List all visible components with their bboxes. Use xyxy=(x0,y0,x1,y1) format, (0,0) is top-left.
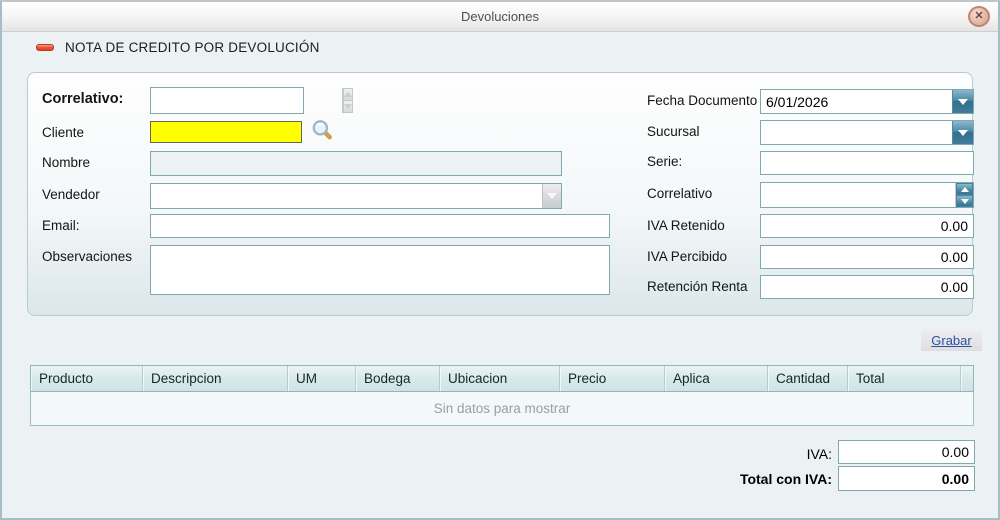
sucursal-dropdown[interactable] xyxy=(760,120,974,145)
chevron-down-icon xyxy=(960,198,969,204)
retencion-renta-input[interactable] xyxy=(760,275,974,299)
section-header: NOTA DE CREDITO POR DEVOLUCIÓN xyxy=(36,40,320,55)
window-title: Devoluciones xyxy=(460,9,540,24)
vendedor-dropdown-button[interactable] xyxy=(542,184,561,208)
devoluciones-window: Devoluciones ✕ NOTA DE CREDITO POR DEVOL… xyxy=(0,0,1000,520)
page-title: NOTA DE CREDITO POR DEVOLUCIÓN xyxy=(65,40,320,55)
items-grid: Producto Descripcion UM Bodega Ubicacion… xyxy=(30,365,974,426)
grabar-button[interactable]: Grabar xyxy=(921,330,982,351)
correlativo-doc-label: Correlativo xyxy=(647,186,713,201)
sucursal-label: Sucursal xyxy=(647,124,700,139)
col-cantidad[interactable]: Cantidad xyxy=(768,366,848,391)
col-producto[interactable]: Producto xyxy=(31,366,143,391)
fecha-documento-picker[interactable] xyxy=(760,89,974,114)
grid-header-row: Producto Descripcion UM Bodega Ubicacion… xyxy=(30,365,974,392)
spin-down-button[interactable] xyxy=(956,195,973,207)
spin-up-button[interactable] xyxy=(343,88,353,101)
close-icon: ✕ xyxy=(974,10,984,22)
chevron-down-icon xyxy=(958,98,968,105)
col-extra xyxy=(961,366,973,391)
iva-total-label: IVA: xyxy=(806,446,832,462)
grid-empty-row: Sin datos para mostrar xyxy=(30,392,974,426)
col-bodega[interactable]: Bodega xyxy=(356,366,440,391)
serie-label: Serie: xyxy=(647,154,683,169)
fecha-documento-label: Fecha Documento xyxy=(647,93,758,108)
email-label: Email: xyxy=(42,218,80,233)
col-um[interactable]: UM xyxy=(288,366,356,391)
observaciones-textarea[interactable] xyxy=(150,245,610,295)
chevron-down-icon xyxy=(344,104,352,109)
correlativo-spinner xyxy=(150,87,353,114)
fecha-dropdown-button[interactable] xyxy=(952,90,973,113)
cliente-label: Cliente xyxy=(42,125,85,140)
iva-total-input[interactable] xyxy=(838,440,975,464)
correlativo-input[interactable] xyxy=(151,88,342,113)
fecha-documento-input[interactable] xyxy=(761,90,952,113)
sucursal-dropdown-button[interactable] xyxy=(952,121,973,144)
grabar-label: Grabar xyxy=(931,333,972,348)
title-bar: Devoluciones ✕ xyxy=(2,2,998,32)
chevron-down-icon xyxy=(958,129,968,136)
empty-message: Sin datos para mostrar xyxy=(433,401,571,416)
iva-percibido-label: IVA Percibido xyxy=(647,249,728,264)
col-precio[interactable]: Precio xyxy=(560,366,665,391)
email-input[interactable] xyxy=(150,214,610,238)
total-con-iva-input[interactable] xyxy=(838,466,975,491)
spin-up-button[interactable] xyxy=(956,183,973,195)
iva-retenido-input[interactable] xyxy=(760,214,974,238)
col-descripcion[interactable]: Descripcion xyxy=(143,366,288,391)
observaciones-label: Observaciones xyxy=(42,249,133,264)
chevron-down-icon xyxy=(547,193,557,199)
chevron-up-icon xyxy=(960,186,969,192)
vendedor-dropdown[interactable] xyxy=(150,183,562,209)
col-aplica[interactable]: Aplica xyxy=(665,366,768,391)
minus-icon xyxy=(36,44,54,51)
search-icon xyxy=(312,120,332,140)
nombre-label: Nombre xyxy=(42,155,91,170)
iva-retenido-label: IVA Retenido xyxy=(647,218,725,233)
col-total[interactable]: Total xyxy=(848,366,961,391)
vendedor-input[interactable] xyxy=(151,184,542,208)
total-con-iva-label: Total con IVA: xyxy=(739,471,832,487)
nombre-input[interactable] xyxy=(150,151,562,176)
correlativo-doc-input[interactable] xyxy=(761,183,955,207)
iva-percibido-input[interactable] xyxy=(760,245,974,269)
cliente-search-button[interactable] xyxy=(310,118,334,147)
vendedor-label: Vendedor xyxy=(42,187,100,202)
correlativo-label: Correlativo: xyxy=(42,91,124,107)
correlativo-doc-spinner xyxy=(760,182,974,208)
chevron-up-icon xyxy=(344,92,352,97)
serie-input[interactable] xyxy=(760,151,974,175)
close-button[interactable]: ✕ xyxy=(968,6,990,27)
retencion-renta-label: Retención Renta xyxy=(647,279,748,294)
spin-down-button[interactable] xyxy=(343,101,353,113)
correlativo-doc-spin-buttons xyxy=(955,183,973,207)
sucursal-input[interactable] xyxy=(761,121,952,144)
correlativo-spin-buttons xyxy=(342,88,353,113)
cliente-input[interactable] xyxy=(150,121,302,143)
col-ubicacion[interactable]: Ubicacion xyxy=(440,366,560,391)
